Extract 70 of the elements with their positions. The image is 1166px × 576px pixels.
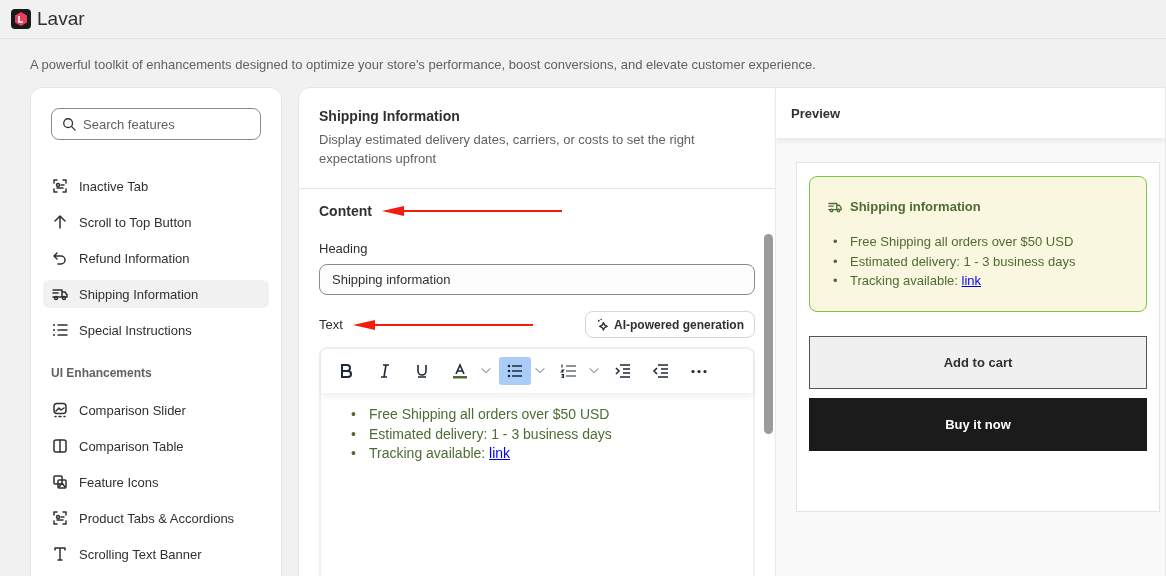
text-color-icon xyxy=(452,362,470,380)
outdent-icon xyxy=(652,362,670,380)
bullet-mark: • xyxy=(833,233,839,251)
bullet-list-button[interactable] xyxy=(499,357,531,385)
item-label: Scroll to Top Button xyxy=(79,214,192,230)
sidebar-item[interactable]: Scroll to Top Button xyxy=(43,208,269,236)
sparkle-icon xyxy=(596,318,609,331)
bullet-list-icon xyxy=(506,362,524,380)
list-icon xyxy=(52,322,68,338)
item-label: Feature Icons xyxy=(79,474,159,490)
indent-icon xyxy=(614,362,632,380)
panel-title: Shipping Information xyxy=(319,108,461,124)
editor-line: Tracking available: link xyxy=(369,444,511,463)
page-subtitle: A powerful toolkit of enhancements designed to optimize your store's performance, boost conversions, and elevate customer experience. xyxy=(30,57,816,72)
field-label: Heading xyxy=(319,241,369,256)
ai-generation-button[interactable]: AI-powered generation xyxy=(585,311,755,338)
editor-line: Free Shipping all orders over $50 USD xyxy=(369,405,610,424)
sidebar-item[interactable]: Shipping Information xyxy=(43,280,269,308)
scrollbar[interactable] xyxy=(764,234,773,434)
sidebar-item[interactable]: Special Instructions xyxy=(43,316,269,344)
bullet-mark: • xyxy=(351,444,357,463)
section-heading: UI Enhancements xyxy=(50,365,153,382)
box-heading: Shipping information xyxy=(850,199,981,214)
arrow-up-icon xyxy=(52,214,68,230)
item-label: Shipping Information xyxy=(79,286,199,302)
preview-line: Free Shipping all orders over $50 USD xyxy=(850,233,1074,251)
bullet-mark: • xyxy=(833,272,839,290)
item-label: Comparison Table xyxy=(79,438,184,454)
sidebar-item[interactable]: Comparison Table xyxy=(43,432,269,460)
item-label: Comparison Slider xyxy=(79,402,186,418)
sidebar-item[interactable]: Refund Information xyxy=(43,244,269,272)
image-icon xyxy=(52,474,68,490)
item-label: Inactive Tab xyxy=(79,178,149,194)
add-to-cart-button[interactable]: Add to cart xyxy=(809,335,1147,389)
search-field[interactable]: Search features xyxy=(51,108,261,140)
preview-header: Preview xyxy=(776,88,1165,138)
bullet-mark: • xyxy=(351,405,357,424)
sidebar-item[interactable]: Comparison Slider xyxy=(43,396,269,424)
sidebar-item[interactable]: Inactive Tab xyxy=(43,172,269,200)
preview-line: Estimated delivery: 1 - 3 business days xyxy=(850,252,1076,271)
undo-icon xyxy=(52,250,68,266)
link[interactable]: link xyxy=(489,445,511,461)
sidebar-item[interactable]: Scrolling Text Banner xyxy=(43,540,269,568)
rich-text-editor[interactable]: • Free Shipping all orders over $50 USD • Estimated delivery: 1 - 3 business days • Tracking available: link xyxy=(319,347,755,576)
item-label: Scrolling Text Banner xyxy=(79,546,202,562)
item-label: Product Tabs & Accordions xyxy=(79,510,235,526)
item-label: Special Instructions xyxy=(79,322,192,338)
link[interactable]: link xyxy=(961,273,982,288)
more-icon xyxy=(690,368,708,374)
section-title: Content xyxy=(319,203,372,219)
bullet-mark: • xyxy=(351,424,357,444)
buy-now-button[interactable]: Buy it now xyxy=(809,397,1147,451)
columns-icon xyxy=(52,438,68,454)
panel-description: Display estimated delivery dates, carriers, or costs to set the right expectations upfront xyxy=(319,131,696,168)
image-slider-icon xyxy=(52,402,68,418)
numbered-list-icon xyxy=(560,362,578,380)
tabs-icon xyxy=(52,510,68,526)
heading-input[interactable]: Shipping information xyxy=(319,264,755,295)
field-label: Text xyxy=(319,317,343,332)
item-label: Refund Information xyxy=(79,250,190,266)
bullet-mark: • xyxy=(833,252,839,271)
truck-icon xyxy=(52,286,68,302)
logo-icon xyxy=(11,9,31,29)
app-name: Lavar xyxy=(37,8,85,30)
sidebar-item[interactable]: Product Tabs & Accordions xyxy=(43,504,269,532)
sidebar-item[interactable]: Feature Icons xyxy=(43,468,269,496)
tabs-icon xyxy=(52,178,68,194)
editor-line: Estimated delivery: 1 - 3 business days xyxy=(369,424,612,444)
preview-line: Tracking available: link xyxy=(850,272,982,290)
text-icon xyxy=(52,546,68,562)
